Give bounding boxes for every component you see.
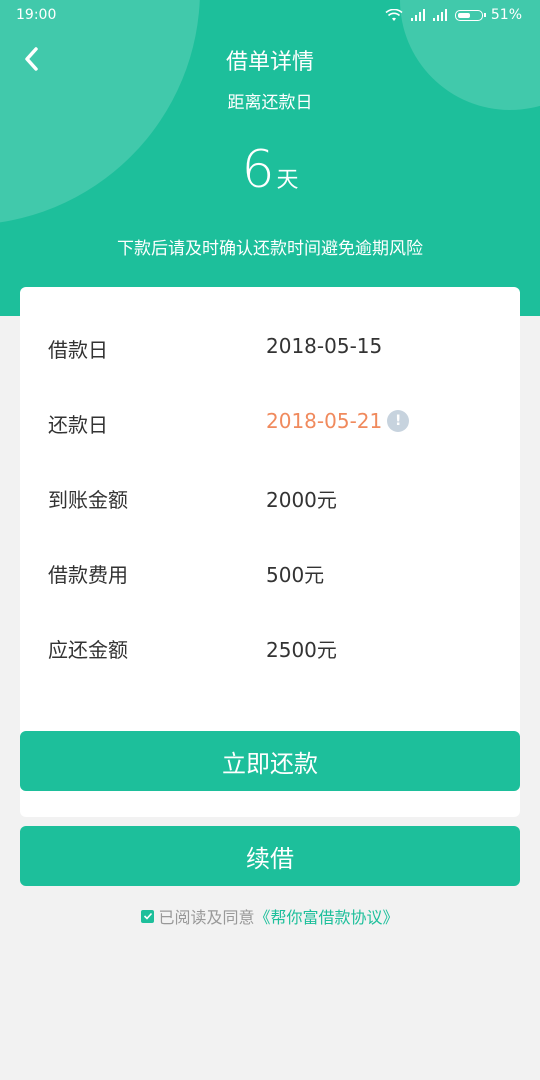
- detail-label: 借款日: [48, 338, 108, 362]
- detail-row: 借款费用 500元: [20, 559, 520, 589]
- detail-label: 到账金额: [48, 488, 128, 512]
- repay-now-button[interactable]: 立即还款: [20, 731, 520, 791]
- countdown-label: 距离还款日: [227, 93, 313, 113]
- agree-checkbox[interactable]: [141, 909, 155, 923]
- detail-row: 借款日 2018-05-15: [20, 334, 520, 364]
- status-bar: 19:00 51%: [0, 0, 540, 32]
- detail-value: 2018-05-21: [266, 409, 383, 433]
- battery-percent: 51%: [490, 7, 522, 23]
- detail-value: 2000元: [266, 488, 337, 512]
- days-number: 6: [241, 140, 275, 200]
- agreement-text: 已阅读及同意: [158, 908, 255, 927]
- detail-label: 借款费用: [48, 563, 128, 587]
- detail-value: 500元: [266, 563, 325, 587]
- detail-label: 应还金额: [48, 638, 128, 662]
- renew-loan-button[interactable]: 续借: [20, 826, 520, 886]
- detail-value: 2018-05-15: [266, 334, 383, 358]
- detail-value: 2500元: [266, 638, 337, 662]
- status-icons: 51%: [385, 7, 522, 23]
- agreement-link[interactable]: 《帮你富借款协议》: [255, 904, 399, 928]
- signal-icon: [410, 9, 425, 21]
- page-title: 借单详情: [225, 50, 314, 75]
- detail-label: 还款日: [48, 413, 108, 437]
- countdown-days: 6天: [0, 140, 540, 200]
- status-time: 19:00: [16, 7, 57, 23]
- detail-row: 应还金额 2500元: [20, 634, 520, 664]
- header-banner: 19:00 51% 借单详情 距离还款日 6天 下款后请及时确认还款时间避免逾期…: [0, 0, 540, 316]
- exclamation-icon[interactable]: !: [387, 410, 410, 432]
- agreement-line: 已阅读及同意 《帮你富借款协议》: [0, 904, 540, 928]
- wifi-icon: [385, 8, 403, 21]
- detail-row: 还款日 2018-05-21 !: [20, 409, 520, 439]
- days-unit: 天: [276, 168, 299, 193]
- detail-row: 到账金额 2000元: [20, 484, 520, 514]
- battery-icon: [454, 9, 486, 21]
- signal-icon-2: [432, 9, 447, 21]
- check-icon: [143, 912, 153, 920]
- repayment-notice: 下款后请及时确认还款时间避免逾期风险: [117, 239, 423, 259]
- repayment-date-value: 2018-05-21 !: [266, 409, 410, 433]
